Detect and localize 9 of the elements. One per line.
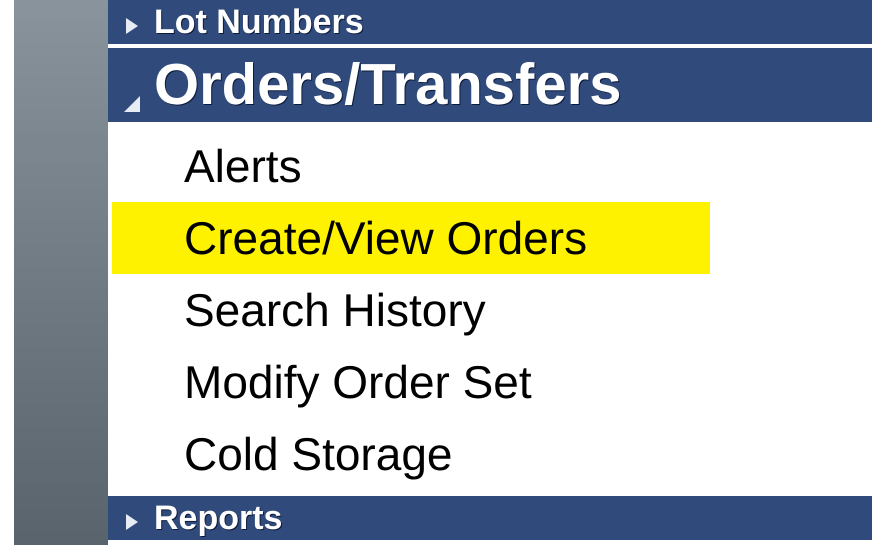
menu-header[interactable]: Lot Numbers [108,0,872,44]
menu-item[interactable]: Modify Order Set [112,346,710,418]
menu-header[interactable]: Orders/Transfers [108,48,872,122]
menu-header[interactable]: Reports [108,496,872,540]
expanded-triangle-icon [122,94,142,114]
menu-item[interactable]: Search History [112,274,710,346]
menu-item[interactable]: Create/View Orders [112,202,710,274]
menu-item[interactable]: Cold Storage [112,418,710,490]
menu-item[interactable]: Alerts [112,130,710,202]
